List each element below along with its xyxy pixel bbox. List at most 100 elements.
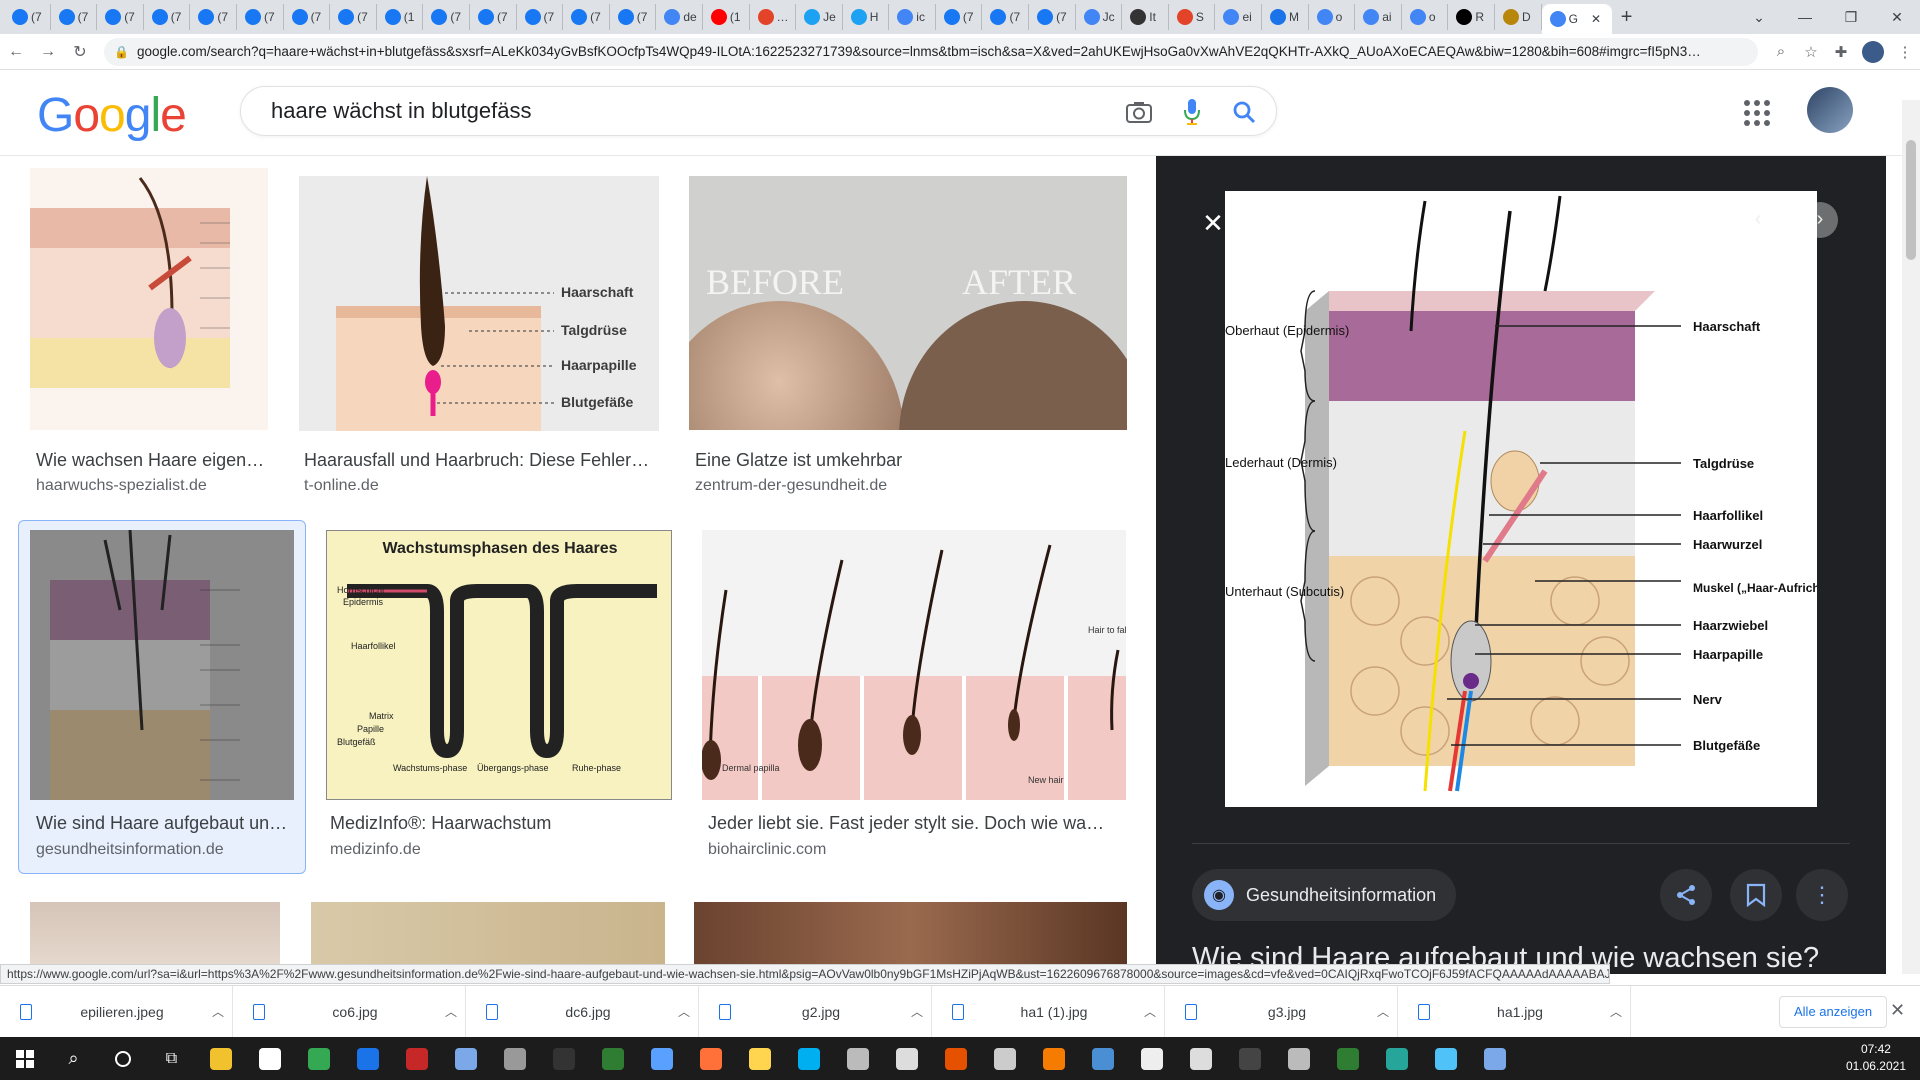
browser-tab[interactable]: (7 [237, 4, 284, 30]
extensions-icon[interactable]: ✚ [1826, 43, 1856, 61]
scrollbar-thumb[interactable] [1906, 140, 1916, 260]
tab-search-icon[interactable]: ⌄ [1736, 9, 1782, 26]
download-item[interactable]: g3.jpg ︿ [1165, 985, 1398, 1038]
result-thumbnail-4[interactable] [30, 530, 294, 800]
live-icon[interactable] [539, 1037, 588, 1080]
outlook-icon[interactable] [343, 1037, 392, 1080]
page-scrollbar[interactable] [1902, 100, 1920, 974]
result-title-6[interactable]: Jeder liebt sie. Fast jeder stylt sie. D… [708, 813, 1114, 834]
chevron-up-icon[interactable]: ︿ [1144, 1003, 1164, 1020]
app-icon[interactable] [588, 1037, 637, 1080]
notepad-icon[interactable] [1127, 1037, 1176, 1080]
browser-tab[interactable]: H [843, 4, 890, 30]
download-item[interactable]: g2.jpg ︿ [699, 985, 932, 1038]
result-thumbnail-3[interactable]: BEFORE AFTER [689, 176, 1127, 430]
chevron-up-icon[interactable]: ︿ [445, 1003, 465, 1020]
zoom-icon[interactable]: ⌕ [1766, 43, 1796, 60]
app-icon[interactable] [1470, 1037, 1519, 1080]
app-icon[interactable] [931, 1037, 980, 1080]
browser-tab[interactable]: o [1309, 4, 1356, 30]
browser-tab[interactable]: ic [889, 4, 936, 30]
browser-tab[interactable]: (7 [190, 4, 237, 30]
app-icon[interactable] [1421, 1037, 1470, 1080]
result-thumbnail-6[interactable]: Hair to fall out Dermal papilla New hair [702, 530, 1126, 800]
browser-tab[interactable]: (7 [51, 4, 98, 30]
browser-tab[interactable]: R [1448, 4, 1495, 30]
app-icon[interactable] [980, 1037, 1029, 1080]
system-clock[interactable]: 07:42 01.06.2021 [1846, 1041, 1906, 1075]
terminal-icon[interactable] [1225, 1037, 1274, 1080]
browser-tab[interactable]: (1 [703, 4, 750, 30]
browser-tab[interactable]: (7 [330, 4, 377, 30]
browser-tab[interactable]: D [1495, 4, 1542, 30]
search-taskbar-icon[interactable]: ⌕ [49, 1037, 98, 1080]
close-preview-icon[interactable]: ✕ [1196, 206, 1230, 240]
result-source-2[interactable]: t-online.de [304, 477, 379, 495]
address-bar[interactable]: 🔒 google.com/search?q=haare+wächst+in+bl… [104, 37, 1758, 66]
browser-tab[interactable]: (7 [517, 4, 564, 30]
browser-tab[interactable]: (7 [97, 4, 144, 30]
result-source-6[interactable]: biohairclinic.com [708, 841, 826, 859]
browser-tab[interactable]: (7 [4, 4, 51, 30]
lock-icon[interactable]: 🔒 [114, 45, 129, 59]
app-icon[interactable] [1029, 1037, 1078, 1080]
forward-icon[interactable]: → [32, 43, 64, 61]
result-title-5[interactable]: MedizInfo®: Haarwachstum [330, 813, 670, 834]
chevron-up-icon[interactable]: ︿ [212, 1003, 232, 1020]
browser-tab[interactable]: (7 [423, 4, 470, 30]
browser-tab[interactable]: (7 [936, 4, 983, 30]
app-icon[interactable] [490, 1037, 539, 1080]
browser-tab[interactable]: (7 [982, 4, 1030, 30]
camera-icon[interactable] [1126, 101, 1152, 123]
save-bookmark-icon[interactable] [1730, 869, 1782, 921]
more-options-icon[interactable]: ⋮ [1796, 869, 1848, 921]
app-icon[interactable] [637, 1037, 686, 1080]
browser-tab[interactable]: Jc [1076, 4, 1123, 30]
google-logo[interactable]: Google [37, 88, 187, 143]
result-source-5[interactable]: medizinfo.de [330, 841, 421, 859]
pen-icon[interactable] [735, 1037, 784, 1080]
result-source-4[interactable]: gesundheitsinformation.de [36, 841, 224, 859]
result-title-1[interactable]: Wie wachsen Haare eigen… [36, 450, 268, 471]
store-icon[interactable] [245, 1037, 294, 1080]
browser-tab[interactable]: (7 [470, 4, 517, 30]
browser-tab[interactable]: o [1402, 4, 1449, 30]
browser-tab[interactable]: Je [796, 4, 843, 30]
close-downloads-icon[interactable]: ✕ [1890, 1000, 1905, 1021]
browser-tab[interactable]: (7 [284, 4, 331, 30]
browser-tab[interactable]: (7 [1029, 4, 1076, 30]
app-icon[interactable] [1323, 1037, 1372, 1080]
app-icon[interactable] [1176, 1037, 1225, 1080]
chevron-up-icon[interactable]: ︿ [1377, 1003, 1397, 1020]
app-icon[interactable] [441, 1037, 490, 1080]
result-source-1[interactable]: haarwuchs-spezialist.de [36, 477, 207, 495]
show-all-downloads-button[interactable]: Alle anzeigen [1779, 996, 1888, 1028]
app-icon[interactable] [1372, 1037, 1421, 1080]
browser-tab[interactable]: (7 [563, 4, 610, 30]
browser-tab[interactable]: (7 [144, 4, 191, 30]
browser-profile-avatar[interactable] [1862, 40, 1884, 63]
browser-tab[interactable]: de [656, 4, 703, 30]
app-icon[interactable] [1274, 1037, 1323, 1080]
start-button[interactable] [0, 1037, 49, 1080]
bookmark-star-icon[interactable]: ☆ [1796, 43, 1826, 61]
close-window-icon[interactable]: ✕ [1874, 9, 1920, 26]
file-explorer-icon[interactable] [196, 1037, 245, 1080]
download-item[interactable]: epilieren.jpeg ︿ [0, 985, 233, 1038]
task-view-icon[interactable]: ⧉ [147, 1037, 196, 1080]
minimize-icon[interactable]: — [1782, 9, 1828, 25]
previous-image-icon[interactable]: ‹ [1740, 202, 1776, 238]
search-input[interactable]: haare wächst in blutgefäss [240, 86, 1277, 136]
download-item[interactable]: ha1.jpg ︿ [1398, 985, 1631, 1038]
back-icon[interactable]: ← [0, 43, 32, 61]
result-thumbnail-1[interactable] [30, 168, 268, 430]
browser-tab[interactable]: ei [1215, 4, 1263, 30]
reload-icon[interactable]: ↻ [64, 42, 96, 62]
next-image-icon[interactable]: › [1802, 202, 1838, 238]
download-item[interactable]: dc6.jpg ︿ [466, 985, 699, 1038]
browser-tab[interactable]: G ✕ [1541, 4, 1612, 34]
browser-tab[interactable]: S [1169, 4, 1216, 30]
browser-tab[interactable]: (1 [377, 4, 424, 30]
account-avatar[interactable] [1807, 87, 1853, 133]
new-tab-button[interactable]: + [1612, 6, 1642, 29]
